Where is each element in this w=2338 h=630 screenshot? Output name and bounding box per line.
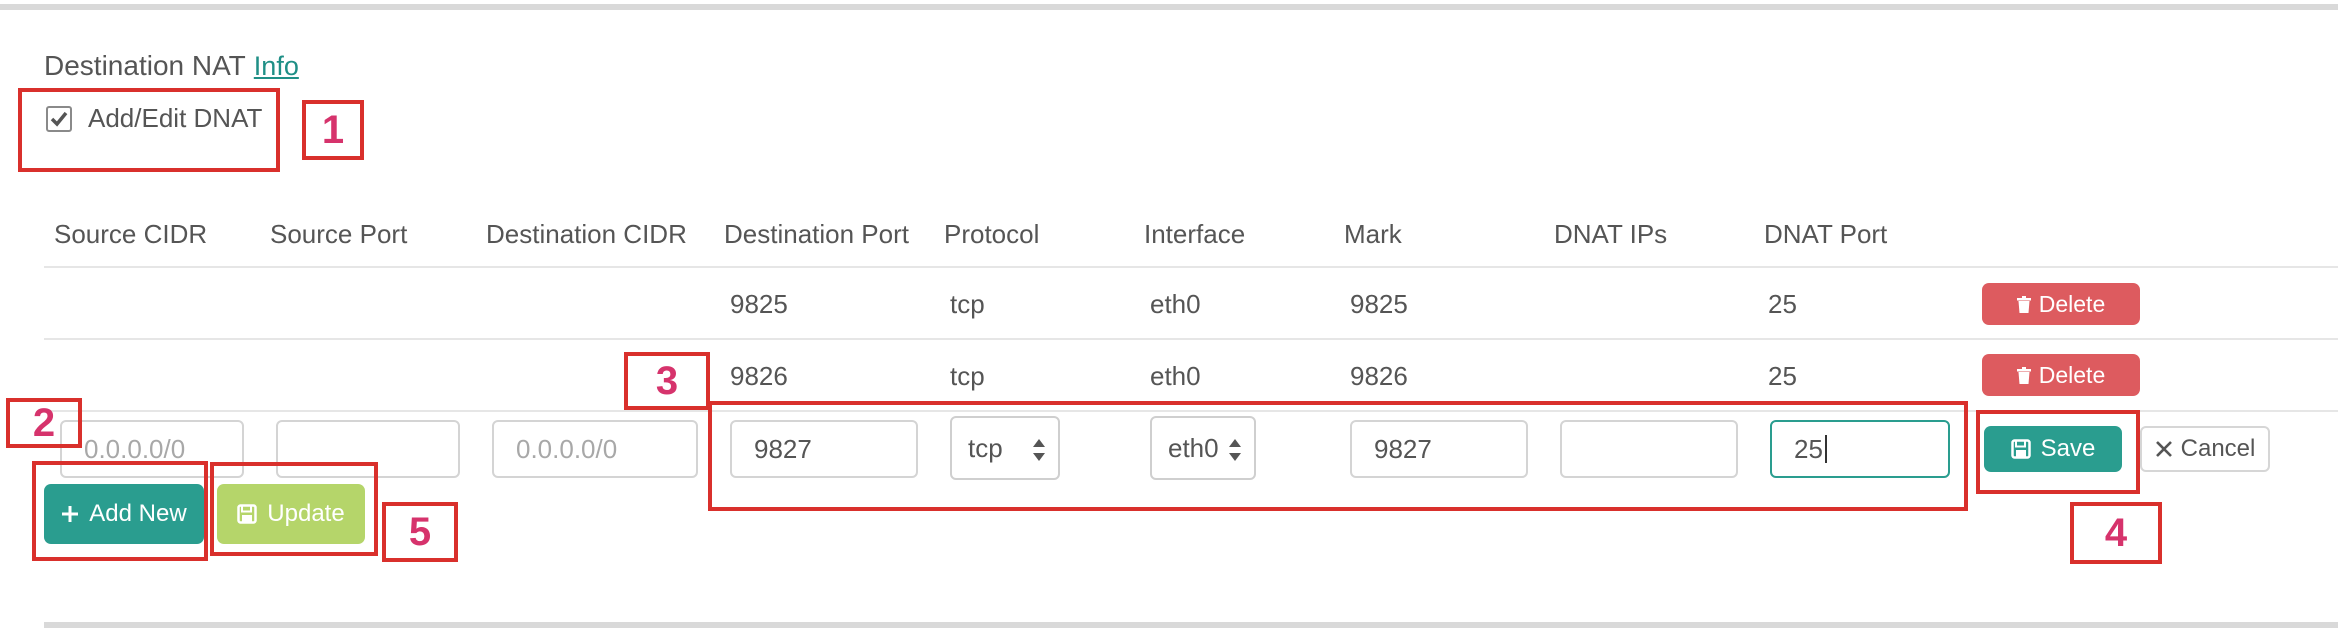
cell-interface: eth0 xyxy=(1150,361,1201,391)
delete-button[interactable]: Delete xyxy=(1982,283,2140,325)
delete-label: Delete xyxy=(2038,361,2106,388)
header-destination-cidr: Destination CIDR xyxy=(486,219,687,249)
delete-button[interactable]: Delete xyxy=(1982,354,2140,396)
trash-icon xyxy=(2016,366,2031,384)
annotation-box-5 xyxy=(210,462,378,556)
delete-label: Delete xyxy=(2038,290,2106,317)
cell-dnat-port: 25 xyxy=(1768,361,1797,391)
cell-mark: 9826 xyxy=(1350,361,1408,391)
annotation-number-1: 1 xyxy=(321,107,345,152)
cell-protocol: tcp xyxy=(950,361,985,391)
cancel-button[interactable]: Cancel xyxy=(2140,426,2270,472)
cancel-label: Cancel xyxy=(2180,435,2256,462)
top-divider xyxy=(0,4,2338,10)
header-dnat-ips: DNAT IPs xyxy=(1554,219,1668,249)
info-link[interactable]: Info xyxy=(254,51,299,81)
annotation-box-3 xyxy=(708,401,1968,511)
close-icon xyxy=(2155,441,2172,457)
header-divider xyxy=(44,266,2338,268)
header-destination-port: Destination Port xyxy=(724,219,909,249)
annotation-number-4: 4 xyxy=(2104,510,2128,555)
annotation-number-2: 2 xyxy=(32,400,56,445)
cell-mark: 9825 xyxy=(1350,289,1408,319)
header-source-cidr: Source CIDR xyxy=(54,219,208,249)
annotation-number-5: 5 xyxy=(408,509,432,554)
cell-protocol: tcp xyxy=(950,289,985,319)
cell-dnat-port: 25 xyxy=(1768,289,1797,319)
annotation-box-1 xyxy=(18,88,280,172)
annotation-number-3: 3 xyxy=(655,358,679,403)
bottom-divider xyxy=(44,622,2338,628)
header-protocol: Protocol xyxy=(944,219,1040,249)
annotation-box-2 xyxy=(32,461,208,561)
cell-dest-port: 9825 xyxy=(730,289,788,319)
section-title: Destination NAT Info xyxy=(44,50,299,82)
header-dnat-port: DNAT Port xyxy=(1764,219,1888,249)
cell-dest-port: 9826 xyxy=(730,361,788,391)
trash-icon xyxy=(2016,295,2031,313)
row-divider xyxy=(44,338,2338,340)
header-interface: Interface xyxy=(1144,219,1246,249)
annotation-box-4 xyxy=(1976,410,2140,494)
destination-cidr-input[interactable]: 0.0.0.0/0 xyxy=(492,420,698,478)
header-mark: Mark xyxy=(1344,219,1402,249)
cell-interface: eth0 xyxy=(1150,289,1201,319)
header-source-port: Source Port xyxy=(270,219,408,249)
section-title-text: Destination NAT xyxy=(44,50,246,81)
